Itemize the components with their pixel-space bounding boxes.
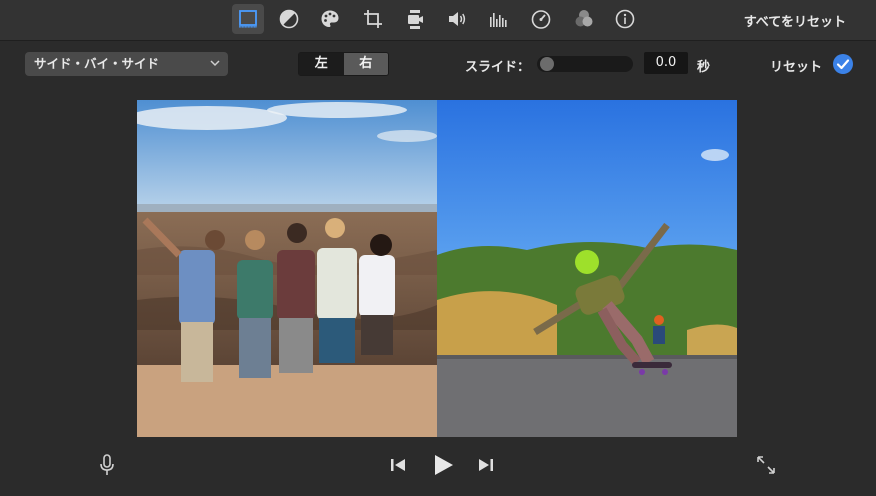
skip-back-icon bbox=[391, 459, 405, 471]
skip-back-button[interactable] bbox=[388, 456, 408, 474]
speed-tool-button[interactable] bbox=[525, 4, 557, 34]
equalizer-icon bbox=[490, 13, 507, 27]
speaker-volume-icon bbox=[449, 12, 466, 26]
overlay-mode-value: サイド・バイ・サイド bbox=[34, 56, 160, 71]
fullscreen-button[interactable] bbox=[755, 454, 777, 476]
video-camera-stabilization-icon bbox=[408, 10, 423, 29]
slide-duration-field[interactable]: 0.0 bbox=[644, 52, 688, 74]
video-viewer bbox=[137, 100, 737, 437]
volume-tool-button[interactable] bbox=[441, 4, 473, 34]
left-clip-group-photo bbox=[137, 100, 437, 437]
slide-duration-slider[interactable] bbox=[537, 56, 633, 72]
microphone-icon bbox=[100, 454, 114, 475]
color-balance-tool-button[interactable] bbox=[273, 4, 305, 34]
speedometer-icon bbox=[531, 10, 551, 29]
position-left-button[interactable]: 左 bbox=[299, 53, 344, 75]
video-overlay-tool-button[interactable] bbox=[232, 4, 264, 34]
overlay-mode-dropdown[interactable]: サイド・バイ・サイド bbox=[25, 52, 228, 76]
palette-icon bbox=[321, 10, 339, 27]
filter-circles-icon bbox=[575, 10, 593, 27]
slide-label: スライド： bbox=[465, 60, 531, 75]
reset-button[interactable]: リセット bbox=[770, 56, 822, 75]
chevron-down-icon bbox=[210, 60, 220, 67]
position-right-button[interactable]: 右 bbox=[343, 53, 388, 75]
fullscreen-icon bbox=[757, 456, 775, 474]
voiceover-button[interactable] bbox=[97, 453, 117, 477]
checkmark-apply-icon[interactable] bbox=[832, 53, 854, 75]
stabilization-tool-button[interactable] bbox=[399, 4, 431, 34]
play-button[interactable] bbox=[430, 452, 456, 478]
clip-filter-tool-button[interactable] bbox=[568, 4, 600, 34]
slider-knob[interactable] bbox=[540, 57, 554, 71]
slide-unit-label: 秒 bbox=[697, 60, 711, 75]
color-balance-icon bbox=[279, 9, 299, 29]
reset-all-button[interactable]: すべてをリセット bbox=[744, 11, 846, 30]
info-icon bbox=[615, 9, 635, 29]
skip-forward-button[interactable] bbox=[476, 456, 496, 474]
crop-tool-button[interactable] bbox=[357, 4, 389, 34]
adjustments-toolbar: すべてをリセット bbox=[0, 0, 876, 41]
skip-forward-icon bbox=[479, 459, 493, 471]
equalizer-tool-button[interactable] bbox=[482, 4, 514, 34]
color-correction-tool-button[interactable] bbox=[314, 4, 346, 34]
position-segmented-control: 左 右 bbox=[298, 52, 389, 76]
clip-info-tool-button[interactable] bbox=[609, 4, 641, 34]
crop-overlay-icon bbox=[239, 10, 257, 28]
right-clip-skateboarder bbox=[437, 100, 737, 437]
play-icon bbox=[435, 455, 453, 475]
crop-icon bbox=[364, 10, 382, 28]
